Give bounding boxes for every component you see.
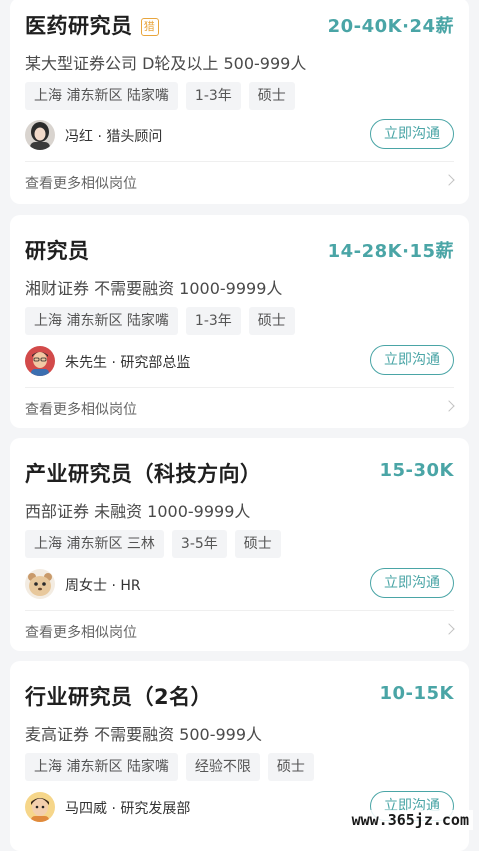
job-title: 医药研究员猎: [25, 10, 159, 40]
experience-tag: 1-3年: [185, 307, 241, 335]
chevron-right-icon[interactable]: [443, 623, 455, 635]
degree-tag: 硕士: [267, 753, 314, 781]
avatar: [25, 120, 55, 150]
chat-button[interactable]: 立即沟通: [370, 119, 454, 149]
company-info: 湘财证券 不需要融资 1000-9999人: [25, 279, 283, 298]
location-tag: 上海 浦东新区 三林: [25, 530, 164, 558]
experience-tag: 经验不限: [185, 753, 260, 781]
degree-tag: 硕士: [248, 82, 295, 110]
divider: [25, 161, 454, 162]
job-card[interactable]: 医药研究员猎 20-40K·24薪 某大型证券公司 D轮及以上 500-999人…: [10, 0, 469, 204]
job-tags: 上海 浦东新区 陆家嘴 经验不限 硕士: [25, 753, 314, 781]
company-info: 麦高证券 不需要融资 500-999人: [25, 725, 263, 744]
job-title: 行业研究员（2名）: [25, 685, 213, 709]
recruiter-name: 冯红 · 猎头顾问: [65, 129, 163, 145]
location-tag: 上海 浦东新区 陆家嘴: [25, 753, 178, 781]
salary: 20-40K·24薪: [327, 16, 454, 37]
recruiter-name: 周女士 · HR: [65, 578, 141, 594]
degree-tag: 硕士: [234, 530, 281, 558]
divider: [25, 610, 454, 611]
chevron-right-icon[interactable]: [443, 400, 455, 412]
recruiter-name: 马四威 · 研究发展部: [65, 801, 191, 817]
experience-tag: 3-5年: [171, 530, 227, 558]
chevron-right-icon[interactable]: [443, 174, 455, 186]
headhunter-badge: 猎: [140, 18, 159, 36]
recruiter-row: 朱先生 · 研究部总监 立即沟通: [25, 345, 454, 377]
divider: [25, 387, 454, 388]
avatar: [25, 792, 55, 822]
job-tags: 上海 浦东新区 三林 3-5年 硕士: [25, 530, 281, 558]
job-card[interactable]: 产业研究员（科技方向） 15-30K 西部证券 未融资 1000-9999人 上…: [10, 438, 469, 651]
recruiter-name: 朱先生 · 研究部总监: [65, 355, 191, 371]
salary: 15-30K: [379, 460, 454, 481]
job-title: 产业研究员（科技方向）: [25, 462, 262, 486]
company-info: 某大型证券公司 D轮及以上 500-999人: [25, 54, 307, 73]
experience-tag: 1-3年: [185, 82, 241, 110]
salary: 14-28K·15薪: [327, 241, 454, 262]
avatar: [25, 346, 55, 376]
location-tag: 上海 浦东新区 陆家嘴: [25, 307, 178, 335]
recruiter-row: 冯红 · 猎头顾问 立即沟通: [25, 119, 454, 151]
company-info: 西部证券 未融资 1000-9999人: [25, 502, 251, 521]
location-tag: 上海 浦东新区 陆家嘴: [25, 82, 178, 110]
more-similar-link[interactable]: 查看更多相似岗位: [25, 173, 137, 193]
salary: 10-15K: [379, 683, 454, 704]
job-title: 研究员: [25, 239, 90, 263]
chat-button[interactable]: 立即沟通: [370, 345, 454, 375]
avatar: [25, 569, 55, 599]
watermark: www.365jz.com: [347, 810, 473, 830]
job-card[interactable]: 研究员 14-28K·15薪 湘财证券 不需要融资 1000-9999人 上海 …: [10, 215, 469, 428]
job-tags: 上海 浦东新区 陆家嘴 1-3年 硕士: [25, 82, 295, 110]
recruiter-row: 周女士 · HR 立即沟通: [25, 568, 454, 600]
more-similar-link[interactable]: 查看更多相似岗位: [25, 622, 137, 642]
job-tags: 上海 浦东新区 陆家嘴 1-3年 硕士: [25, 307, 295, 335]
degree-tag: 硕士: [248, 307, 295, 335]
chat-button[interactable]: 立即沟通: [370, 568, 454, 598]
more-similar-link[interactable]: 查看更多相似岗位: [25, 399, 137, 419]
